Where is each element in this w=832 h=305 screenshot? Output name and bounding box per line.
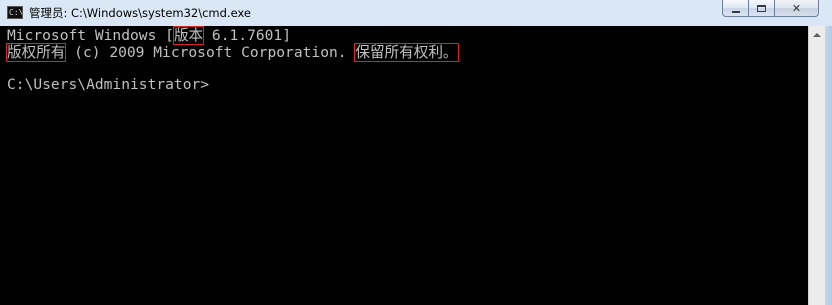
cmd-console-icon[interactable]: C:\ [7,6,23,19]
close-button[interactable]: ✕ [775,0,819,17]
minimize-button[interactable] [722,0,749,17]
copyright-highlight: 版权所有 [5,43,67,62]
rights-reserved-highlight: 保留所有权利。 [354,43,459,62]
version-prefix: Microsoft Windows [ [7,27,174,44]
version-line: Microsoft Windows [版本 6.1.7601] [7,26,292,45]
arrow-up-icon [813,32,821,37]
maximize-icon [757,4,766,12]
maximize-button[interactable] [749,0,775,17]
copyright-line: 版权所有 (c) 2009 Microsoft Corporation. 保留所… [5,43,459,62]
cmd-window: C:\ 管理员: C:\Windows\system32\cmd.exe ✕ M… [0,0,832,305]
command-prompt[interactable]: C:\Users\Administrator> [7,77,209,93]
copyright-text: (c) 2009 Microsoft Corporation. [65,44,347,61]
title-bar[interactable]: C:\ 管理员: C:\Windows\system32\cmd.exe ✕ [0,0,832,26]
minimize-icon [731,8,740,13]
close-icon: ✕ [791,1,802,15]
window-title: 管理员: C:\Windows\system32\cmd.exe [29,6,251,20]
version-highlight: 版本 [172,26,205,45]
vertical-scrollbar[interactable] [808,26,825,305]
scroll-up-button[interactable] [809,26,825,43]
console-output[interactable]: Microsoft Windows [版本 6.1.7601] 版权所有 (c)… [0,26,808,305]
caption-buttons: ✕ [722,0,819,18]
version-number: 6.1.7601] [203,27,292,44]
window-frame-right [825,26,832,305]
